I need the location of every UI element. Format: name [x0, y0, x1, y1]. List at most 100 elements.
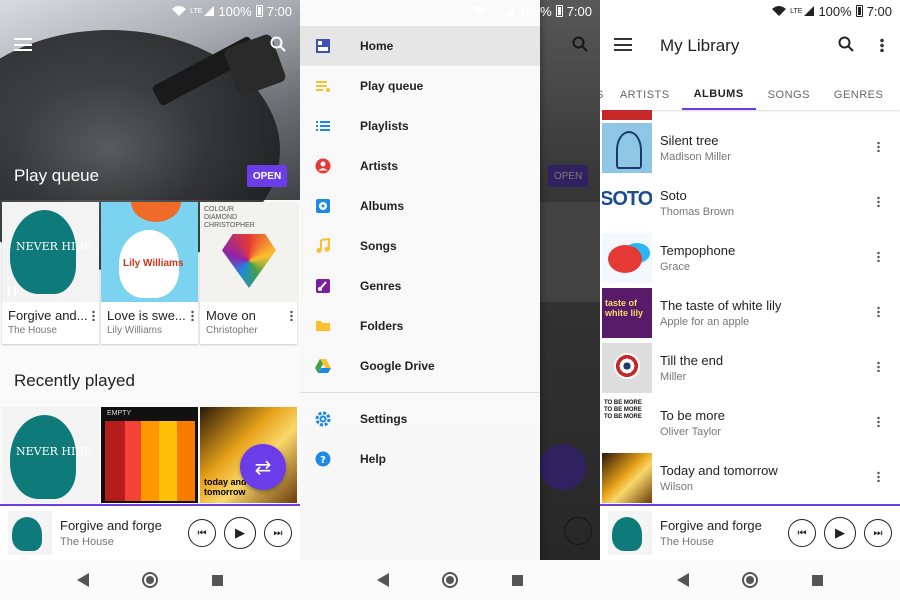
drawer-item-google-drive[interactable]: Google Drive [300, 346, 540, 386]
drawer-item-home[interactable]: Home [300, 26, 540, 66]
queue-cards: NEVER HIDE Forgive and... The House Lily… [2, 202, 297, 344]
album-art [602, 342, 652, 393]
album-title: To be more [660, 407, 726, 423]
drawer-item-play-queue[interactable]: Play queue [300, 66, 540, 106]
home-nav-icon[interactable] [142, 572, 159, 588]
playlist-icon [314, 117, 332, 135]
clock: 7:00 [266, 3, 292, 19]
clock: 7:00 [866, 3, 892, 19]
shuffle-fab[interactable]: ⇄ [240, 444, 286, 490]
play-button[interactable]: ▶ [824, 517, 856, 549]
more-options-icon[interactable] [877, 141, 880, 152]
previous-button[interactable]: ⏮ [788, 519, 816, 547]
wifi-icon [172, 6, 187, 16]
navigation-drawer: Home Play queue Playlists Artists Albums… [300, 0, 540, 560]
list-item[interactable]: Till the end Miller [600, 340, 900, 395]
list-item[interactable]: Tempophone Grace [600, 230, 900, 285]
recent-tile[interactable]: NEVER HIDE [2, 407, 99, 503]
more-options-icon[interactable] [877, 361, 880, 372]
album-art [602, 287, 652, 338]
drawer-label: Help [360, 452, 387, 466]
album-title: The taste of white lily [660, 297, 782, 313]
drawer-item-settings[interactable]: Settings [300, 399, 540, 439]
battery-icon [855, 5, 863, 17]
back-icon[interactable] [76, 573, 89, 587]
mini-player[interactable]: Forgive and forge The House ⏮ ▶ ⏭ [0, 504, 300, 560]
previous-button[interactable]: ⏮ [188, 519, 216, 547]
recents-icon[interactable] [512, 574, 524, 586]
queue-card[interactable]: COLOUR DIAMOND CHRISTOPHER Move on Chris… [200, 202, 297, 344]
back-icon[interactable] [376, 573, 389, 587]
overflow-menu-icon[interactable] [880, 38, 884, 52]
signal-icon [804, 6, 815, 16]
more-options-icon[interactable] [877, 416, 880, 427]
list-item[interactable]: To be more Oliver Taylor [600, 395, 900, 450]
recents-icon[interactable] [212, 574, 224, 586]
play-icon: ▶ [235, 525, 245, 540]
drawer-item-help[interactable]: ? Help [300, 439, 540, 479]
album-art: Lily Williams [101, 202, 198, 302]
menu-icon[interactable] [614, 38, 632, 51]
album-artist: Wilson [660, 480, 694, 493]
tab-songs[interactable]: SONGS [756, 80, 822, 110]
tab-albums[interactable]: ALBUMS [681, 80, 756, 110]
player-artist: The House [660, 536, 714, 548]
more-options-icon[interactable] [877, 196, 880, 207]
drawer-item-artists[interactable]: Artists [300, 146, 540, 186]
next-button[interactable]: ⏭ [264, 519, 292, 547]
queue-icon [314, 77, 332, 95]
more-options-icon[interactable] [290, 310, 293, 321]
drawer-item-genres[interactable]: Genres [300, 266, 540, 306]
home-nav-icon[interactable] [742, 572, 759, 588]
drawer-label: Settings [360, 412, 408, 426]
album-artist: Thomas Brown [660, 205, 734, 218]
drawer-label: Home [360, 39, 394, 53]
menu-icon[interactable] [14, 38, 32, 51]
list-item[interactable]: The taste of white lily Apple for an appl… [600, 285, 900, 340]
genre-icon [314, 277, 332, 295]
drawer-label: Artists [360, 159, 399, 173]
more-options-icon[interactable] [191, 310, 194, 321]
search-icon[interactable] [838, 36, 854, 52]
list-item[interactable]: Silent tree Madison Miller [600, 120, 900, 175]
album-artist: Madison Miller [660, 150, 731, 163]
tab-playlists[interactable]: S [600, 80, 608, 110]
queue-card[interactable]: NEVER HIDE Forgive and... The House [2, 202, 99, 344]
home-icon [314, 37, 332, 55]
drawer-label: Songs [360, 239, 397, 253]
drawer-label: Albums [360, 199, 405, 213]
tab-artists[interactable]: ARTISTS [608, 80, 682, 110]
open-queue-button[interactable]: OPEN [247, 165, 287, 187]
svg-text:?: ? [320, 455, 326, 466]
drawer-item-folders[interactable]: Folders [300, 306, 540, 346]
system-nav-bar [600, 560, 900, 600]
mini-player[interactable]: Forgive and forge The House ⏮ ▶ ⏭ [600, 504, 900, 560]
list-item[interactable]: Today and tomorrow Wilson [600, 450, 900, 505]
recent-tile[interactable]: EMPTY [101, 407, 198, 503]
more-options-icon[interactable] [92, 310, 95, 321]
repeat-icon: ⇄ [254, 456, 272, 479]
battery-icon [555, 5, 563, 17]
home-nav-icon[interactable] [442, 572, 459, 588]
card-artist: Christopher [206, 325, 258, 336]
recents-icon[interactable] [812, 574, 824, 586]
album-art [602, 232, 652, 283]
play-button[interactable]: ▶ [224, 517, 256, 549]
more-options-icon[interactable] [877, 471, 880, 482]
drawer-item-songs[interactable]: Songs [300, 226, 540, 266]
status-bar: LTE 100% 7:00 [600, 0, 900, 22]
pause-icon [8, 287, 16, 296]
search-icon[interactable] [270, 36, 286, 52]
next-button[interactable]: ⏭ [864, 519, 892, 547]
drawer-label: Google Drive [360, 359, 435, 373]
back-icon[interactable] [676, 573, 689, 587]
queue-card[interactable]: Lily Williams Love is swe... Lily Willia… [101, 202, 198, 344]
tab-genres[interactable]: GENRES [822, 80, 895, 110]
drawer-label: Play queue [360, 79, 424, 93]
drawer-item-albums[interactable]: Albums [300, 186, 540, 226]
drawer-item-playlists[interactable]: Playlists [300, 106, 540, 146]
hero-title: Play queue [14, 166, 100, 185]
list-item[interactable]: Soto Thomas Brown [600, 175, 900, 230]
more-options-icon[interactable] [877, 251, 880, 262]
more-options-icon[interactable] [877, 306, 880, 317]
